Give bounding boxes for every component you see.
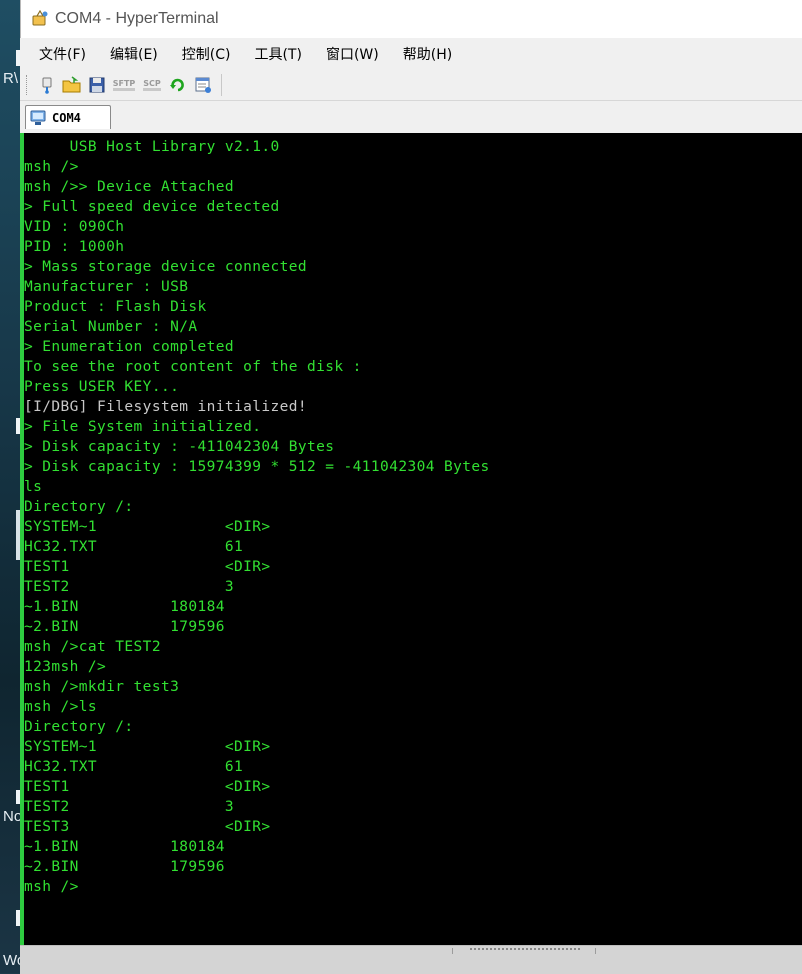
terminal-line: msh />	[24, 159, 79, 175]
terminal-line: VID : 090Ch	[24, 219, 125, 235]
sftp-button[interactable]: SFTP	[111, 74, 137, 96]
window-title: COM4 - HyperTerminal	[55, 10, 219, 27]
terminal-line: TEST2 3	[24, 799, 234, 815]
terminal-line: ~2.BIN 179596	[24, 619, 225, 635]
terminal-line: > File System initialized.	[24, 419, 262, 435]
menu-edit[interactable]: 编辑(E)	[101, 40, 167, 68]
menu-control[interactable]: 控制(C)	[173, 40, 240, 68]
terminal-line: TEST3 <DIR>	[24, 819, 271, 835]
terminal-line: Directory /:	[24, 499, 134, 515]
status-divider	[595, 948, 596, 954]
terminal-line: msh />mkdir test3	[24, 679, 180, 695]
terminal-line: To see the root content of the disk :	[24, 359, 362, 375]
terminal-line: > Enumeration completed	[24, 339, 234, 355]
menu-bar: 文件(F) 编辑(E) 控制(C) 工具(T) 窗口(W) 帮助(H)	[20, 38, 802, 70]
title-bar[interactable]: COM4 - HyperTerminal	[20, 0, 802, 38]
terminal-line: > Disk capacity : 15974399 * 512 = -4110…	[24, 459, 490, 475]
status-progress	[470, 948, 580, 954]
terminal-line: HC32.TXT 61	[24, 539, 244, 555]
terminal-line: msh />cat TEST2	[24, 639, 161, 655]
terminal-line: > Full speed device detected	[24, 199, 280, 215]
properties-icon	[195, 77, 211, 93]
new-connection-button[interactable]	[36, 74, 58, 96]
menu-window[interactable]: 窗口(W)	[317, 40, 388, 68]
new-connection-icon	[42, 77, 52, 94]
terminal-line: [I/DBG] Filesystem initialized!	[24, 399, 308, 415]
sftp-icon: SFTP	[112, 79, 136, 91]
desktop-background: R\ No Wo	[0, 0, 22, 973]
terminal-line: TEST2 3	[24, 579, 234, 595]
hyperterminal-app-icon	[31, 9, 49, 28]
reconnect-icon	[170, 78, 184, 92]
save-button[interactable]	[86, 74, 108, 96]
terminal-line: Product : Flash Disk	[24, 299, 207, 315]
terminal-line: msh />ls	[24, 699, 98, 715]
terminal-line: HC32.TXT 61	[24, 759, 244, 775]
tab-label: COM4	[52, 110, 81, 125]
terminal-line: Press USER KEY...	[24, 379, 180, 395]
terminal-lines: USB Host Library v2.1.0 msh /> msh />> Dev…	[24, 133, 802, 897]
terminal-output[interactable]: USB Host Library v2.1.0 msh /> msh />> Dev…	[20, 133, 802, 945]
terminal-line: SYSTEM~1 <DIR>	[24, 739, 271, 755]
terminal-line: msh />	[24, 879, 79, 895]
terminal-line: 123msh />	[24, 659, 107, 675]
terminal-line: TEST1 <DIR>	[24, 559, 271, 575]
menu-tools[interactable]: 工具(T)	[245, 40, 310, 68]
status-bar	[20, 945, 802, 974]
scp-icon: SCP	[143, 79, 161, 91]
menu-file[interactable]: 文件(F)	[30, 40, 95, 68]
terminal-line: ls	[24, 479, 43, 495]
session-tab-bar: COM4	[20, 101, 802, 132]
toolbar-grip[interactable]	[26, 75, 30, 95]
toolbar-separator	[221, 74, 222, 96]
status-divider	[452, 948, 453, 954]
save-icon	[89, 77, 105, 93]
terminal-line: Manufacturer : USB	[24, 279, 189, 295]
open-button[interactable]	[61, 74, 83, 96]
menu-help[interactable]: 帮助(H)	[394, 40, 461, 68]
terminal-line: msh />> Device Attached	[24, 179, 234, 195]
computer-icon	[30, 110, 46, 126]
terminal-line: > Mass storage device connected	[24, 259, 308, 275]
scp-button[interactable]: SCP	[140, 74, 164, 96]
properties-button[interactable]	[192, 74, 214, 96]
terminal-line: TEST1 <DIR>	[24, 779, 271, 795]
open-folder-icon	[62, 76, 81, 93]
terminal-line: SYSTEM~1 <DIR>	[24, 519, 271, 535]
desktop-fragment: R\	[3, 70, 18, 87]
terminal-line: ~1.BIN 180184	[24, 839, 225, 855]
terminal-line: ~2.BIN 179596	[24, 859, 225, 875]
toolbar: SFTP SCP	[20, 70, 802, 101]
terminal-line: ~1.BIN 180184	[24, 599, 225, 615]
terminal-line: > Disk capacity : -411042304 Bytes	[24, 439, 335, 455]
reconnect-button[interactable]	[167, 74, 189, 96]
hyperterminal-window: COM4 - HyperTerminal 文件(F) 编辑(E) 控制(C) 工…	[20, 0, 802, 974]
terminal-line: Directory /:	[24, 719, 134, 735]
terminal-line: PID : 1000h	[24, 239, 125, 255]
terminal-line: Serial Number : N/A	[24, 319, 198, 335]
tab-com4[interactable]: COM4	[25, 105, 111, 129]
terminal-line: USB Host Library v2.1.0	[24, 139, 280, 155]
